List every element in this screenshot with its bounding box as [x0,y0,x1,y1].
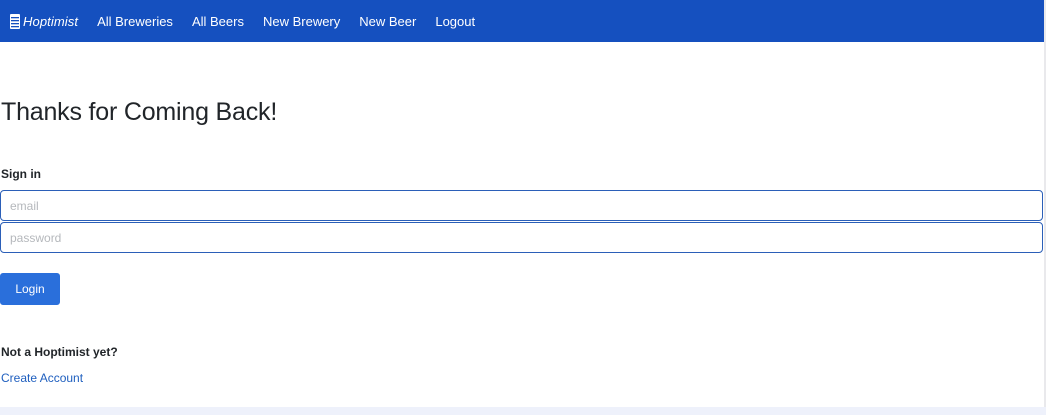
page-title: Thanks for Coming Back! [1,98,278,126]
login-button[interactable]: Login [0,273,60,305]
password-field[interactable] [0,222,1043,253]
page: Hoptimist All Breweries All Beers New Br… [0,0,1046,415]
top-navbar: Hoptimist All Breweries All Beers New Br… [0,0,1044,42]
nav-new-beer[interactable]: New Beer [359,14,416,29]
sign-in-label: Sign in [1,167,41,181]
nav-new-brewery[interactable]: New Brewery [263,14,340,29]
nav-all-beers[interactable]: All Beers [192,14,244,29]
create-account-link[interactable]: Create Account [1,371,83,385]
brand-link[interactable]: Hoptimist [9,13,78,30]
nav-all-breweries[interactable]: All Breweries [97,14,173,29]
beer-glass-icon [10,13,20,29]
nav-logout[interactable]: Logout [435,14,475,29]
email-field[interactable] [0,190,1043,221]
signup-prompt: Not a Hoptimist yet? [1,345,118,359]
brand-name: Hoptimist [23,13,79,29]
footer-strip [0,407,1046,415]
